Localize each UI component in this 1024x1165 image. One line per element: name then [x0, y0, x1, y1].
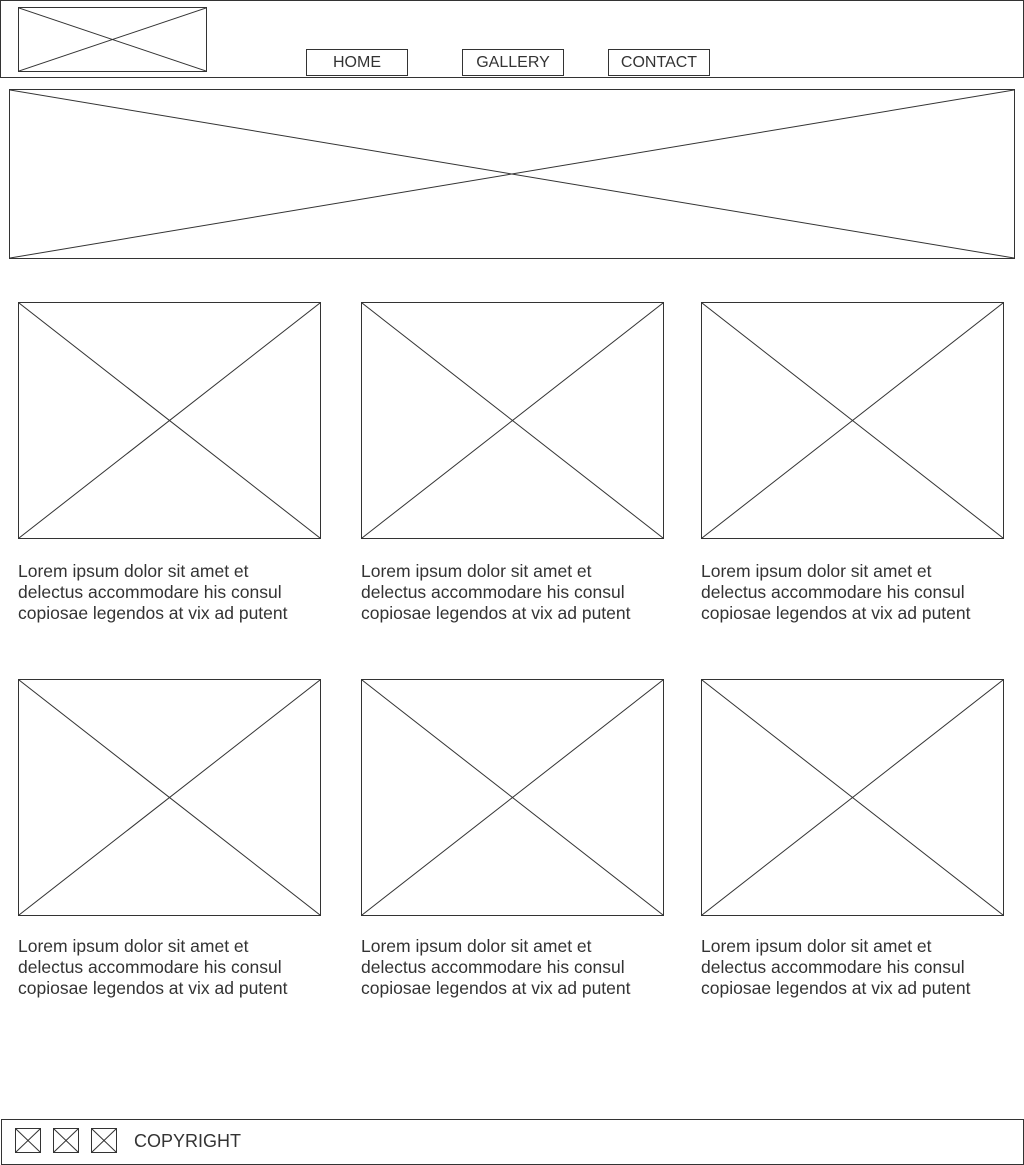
nav-home-button[interactable]: HOME [306, 49, 408, 76]
gallery-caption-2: Lorem ipsum dolor sit amet et delectus a… [361, 561, 631, 623]
site-footer: COPYRIGHT [1, 1119, 1024, 1165]
gallery-caption-4: Lorem ipsum dolor sit amet et delectus a… [18, 936, 288, 998]
gallery-image-1-icon[interactable] [18, 302, 321, 539]
gallery-image-3-icon[interactable] [701, 302, 1004, 539]
nav-contact-button[interactable]: CONTACT [608, 49, 710, 76]
gallery-image-6-icon[interactable] [701, 679, 1004, 916]
site-header: HOME GALLERY CONTACT [0, 0, 1024, 78]
social-icon-3[interactable] [91, 1128, 117, 1153]
gallery-image-4-icon[interactable] [18, 679, 321, 916]
social-icon-2[interactable] [53, 1128, 79, 1153]
gallery-caption-3: Lorem ipsum dolor sit amet et delectus a… [701, 561, 971, 623]
gallery-caption-1: Lorem ipsum dolor sit amet et delectus a… [18, 561, 288, 623]
gallery-caption-5: Lorem ipsum dolor sit amet et delectus a… [361, 936, 631, 998]
gallery-image-5-icon[interactable] [361, 679, 664, 916]
gallery-image-2-icon[interactable] [361, 302, 664, 539]
hero-banner-placeholder-icon [9, 89, 1015, 259]
nav-gallery-button[interactable]: GALLERY [462, 49, 564, 76]
gallery-caption-6: Lorem ipsum dolor sit amet et delectus a… [701, 936, 971, 998]
copyright-text: COPYRIGHT [134, 1131, 242, 1151]
social-icon-1[interactable] [15, 1128, 41, 1153]
logo-placeholder-icon[interactable] [18, 7, 207, 72]
